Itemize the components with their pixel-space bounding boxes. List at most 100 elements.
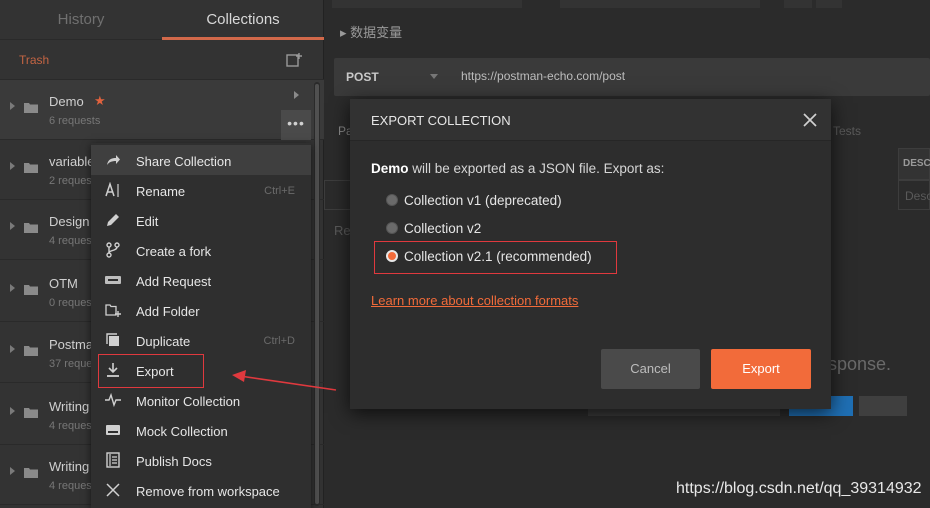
menu-item-shortcut: Ctrl+E: [264, 185, 295, 197]
export-collection-modal: EXPORT COLLECTION Demo will be exported …: [350, 99, 831, 409]
tab-collections[interactable]: Collections: [162, 0, 324, 40]
folder-icon: [24, 468, 38, 478]
pencil-icon: [107, 214, 119, 226]
menu-item-shortcut: Ctrl+D: [263, 335, 295, 347]
section-label[interactable]: ▸ 数据变量: [340, 22, 402, 41]
collection-name: Postma: [49, 337, 94, 352]
desc-column-header: DESC: [903, 158, 930, 169]
menu-item-label: Mock Collection: [136, 424, 228, 439]
selected-option-highlight-box: [374, 241, 617, 274]
modal-header: EXPORT COLLECTION: [350, 99, 831, 141]
menu-item-label: Rename: [136, 184, 186, 199]
menu-item-label: Publish Docs: [136, 454, 212, 469]
menu-item-label: Monitor Collection: [136, 394, 241, 409]
collection-count: 4 reques: [49, 235, 92, 247]
chevron-down-icon[interactable]: [430, 74, 438, 79]
server-icon: [106, 425, 120, 435]
menu-item-label: Duplicate: [136, 334, 191, 349]
top-tabs-fragment: [332, 0, 842, 8]
folder-icon: [24, 163, 38, 173]
close-icon[interactable]: [801, 111, 819, 129]
caret-right-icon[interactable]: [10, 222, 15, 230]
trash-link[interactable]: Trash: [19, 53, 49, 67]
collection-name: Demo: [371, 161, 409, 176]
scrollbar-thumb[interactable]: [315, 84, 319, 504]
caret-right-icon[interactable]: [10, 102, 15, 110]
folder-icon: [24, 408, 38, 418]
menu-item-edit[interactable]: Edit: [91, 205, 311, 235]
tab-history[interactable]: History: [0, 0, 162, 40]
caret-right-icon[interactable]: [10, 407, 15, 415]
folder-icon: [24, 223, 38, 233]
menu-item-label: Create a fork: [136, 244, 212, 259]
menu-item-label: Add Folder: [136, 304, 200, 319]
caret-right-icon[interactable]: [10, 162, 15, 170]
collection-count: 6 requests: [49, 115, 101, 127]
menu-item-add-folder[interactable]: Add Folder: [91, 295, 311, 325]
collection-item[interactable]: Demo 6 requests: [0, 80, 324, 140]
background-button: [859, 396, 907, 416]
request-bar: [334, 58, 930, 96]
menu-item-share-collection[interactable]: Share Collection: [91, 145, 311, 175]
url-input[interactable]: https://postman-echo.com/post: [461, 69, 625, 83]
pulse-icon: [105, 392, 121, 408]
rename-icon: [105, 182, 119, 197]
menu-item-label: Edit: [136, 214, 159, 229]
collection-name: variable: [49, 154, 95, 169]
collection-name: Writing: [49, 459, 90, 474]
collection-count: 37 reque: [49, 358, 93, 370]
modal-description: Demo will be exported as a JSON file. Ex…: [371, 161, 664, 176]
collection-name: Design: [49, 214, 90, 229]
caret-right-icon[interactable]: [10, 345, 15, 353]
close-icon: [106, 483, 120, 497]
tab-tests-fragment[interactable]: Tests: [833, 124, 861, 138]
modal-title: EXPORT COLLECTION: [371, 113, 511, 128]
collection-name: OTM: [49, 276, 78, 291]
menu-item-add-request[interactable]: Add Request: [91, 265, 311, 295]
folder-icon: [24, 346, 38, 356]
menu-item-duplicate[interactable]: Duplicate Ctrl+D: [91, 325, 311, 355]
menu-item-label: Remove from workspace: [136, 484, 280, 499]
trash-row: Trash: [0, 40, 324, 80]
collection-name: Demo: [49, 94, 84, 109]
radio-collection-v2[interactable]: [386, 222, 398, 234]
collection-count: 0 reques: [49, 297, 92, 309]
menu-item-remove-from-workspace[interactable]: Remove from workspace: [91, 475, 311, 505]
menu-item-create-fork[interactable]: Create a fork: [91, 235, 311, 265]
context-menu: Share Collection Rename Ctrl+E Edit Crea…: [91, 143, 311, 508]
folder-icon: [24, 285, 38, 295]
add-folder-icon: [105, 304, 121, 317]
radio-collection-v1[interactable]: [386, 194, 398, 206]
export-highlight-box: [98, 354, 204, 388]
method-select[interactable]: POST: [346, 70, 379, 84]
menu-item-publish-docs[interactable]: Publish Docs: [91, 445, 311, 475]
get-request-icon: [105, 276, 121, 284]
cancel-button[interactable]: Cancel: [601, 349, 700, 389]
caret-right-icon[interactable]: [10, 284, 15, 292]
learn-more-link[interactable]: Learn more about collection formats: [371, 293, 578, 308]
share-icon: [107, 155, 120, 165]
collection-count: 2 reques: [49, 175, 92, 187]
export-button[interactable]: Export: [711, 349, 811, 389]
more-options-button[interactable]: •••: [281, 110, 311, 140]
option-label[interactable]: Collection v2: [404, 221, 481, 236]
watermark: https://blog.csdn.net/qq_39314932: [676, 480, 922, 497]
caret-right-icon[interactable]: [10, 467, 15, 475]
new-collection-icon[interactable]: [286, 52, 302, 68]
description-text: will be exported as a JSON file. Export …: [408, 161, 665, 176]
option-label[interactable]: Collection v1 (deprecated): [404, 193, 562, 208]
star-icon[interactable]: ★: [94, 93, 106, 109]
collection-count: 4 reques: [49, 480, 92, 492]
caret-right-icon[interactable]: [281, 80, 311, 110]
menu-item-label: Add Request: [136, 274, 212, 289]
collection-name: Writing: [49, 399, 90, 414]
sidebar-tabs: History Collections: [0, 0, 324, 40]
menu-item-rename[interactable]: Rename Ctrl+E: [91, 175, 311, 205]
duplicate-icon: [106, 333, 119, 346]
desc-cell-placeholder[interactable]: Desc: [905, 189, 930, 203]
menu-item-mock-collection[interactable]: Mock Collection: [91, 415, 311, 445]
caret-right-icon: ▸: [340, 25, 351, 40]
app-root: ▸ 数据变量 POST https://postman-echo.com/pos…: [0, 0, 930, 508]
response-fragment: Re: [334, 223, 351, 238]
collection-count: 4 reques: [49, 420, 92, 432]
